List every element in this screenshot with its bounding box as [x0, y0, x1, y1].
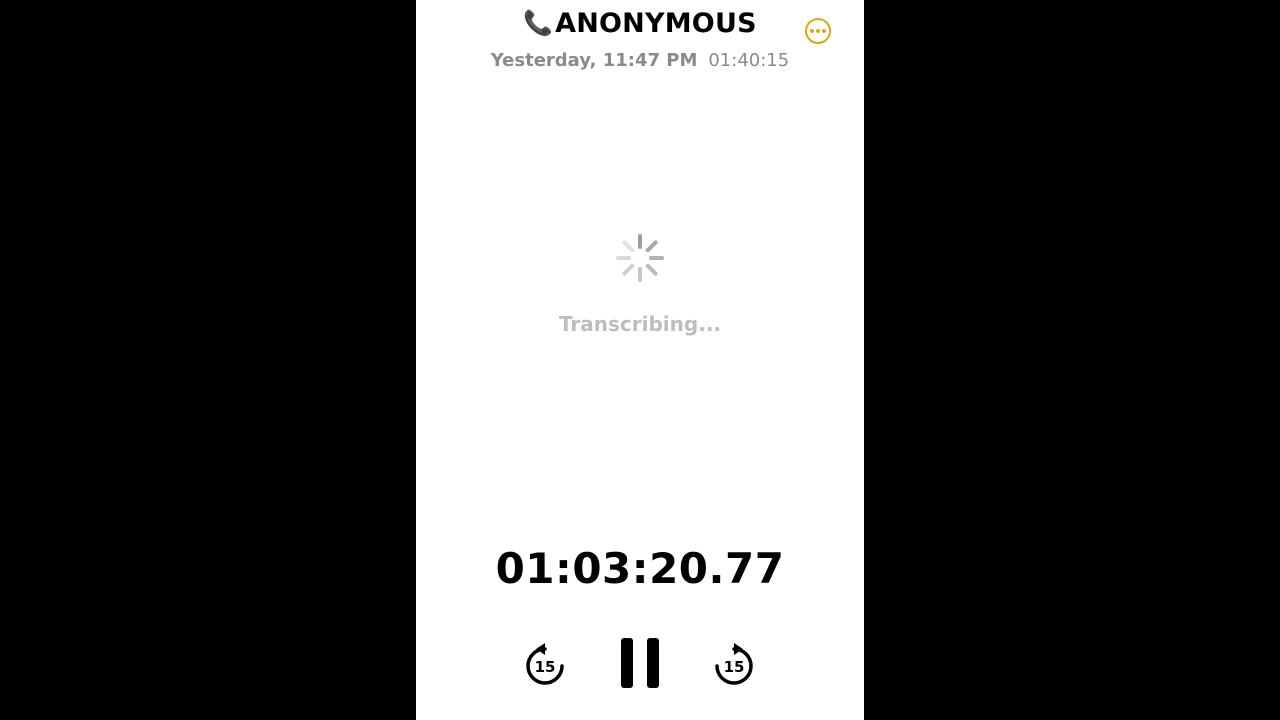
- caller-title: ANONYMOUS: [555, 7, 757, 39]
- pause-bar-icon: [647, 638, 659, 688]
- pause-bar-icon: [621, 638, 633, 688]
- playback-time: 01:03:20.77: [495, 544, 785, 593]
- skip-forward-label: 15: [724, 658, 745, 676]
- skip-forward-arrow-icon: [734, 643, 743, 655]
- more-options-button[interactable]: [805, 18, 831, 44]
- call-date: Yesterday, 11:47 PM: [490, 49, 698, 71]
- phone-icon: 📞: [523, 9, 554, 37]
- more-dot-icon: [816, 29, 820, 33]
- pause-button[interactable]: [619, 636, 661, 690]
- call-duration: 01:40:15: [708, 49, 790, 71]
- more-dot-icon: [810, 29, 814, 33]
- call-info: Yesterday, 11:47 PM 01:40:15: [416, 48, 864, 72]
- more-dot-icon: [822, 29, 826, 33]
- skip-back-label: 15: [535, 658, 556, 676]
- loading-spinner-icon: [616, 234, 664, 282]
- transcription-status: Transcribing...: [558, 312, 722, 336]
- skip-back-15-button[interactable]: 15: [524, 642, 566, 686]
- playback-controls: 15 15: [416, 630, 864, 694]
- voicemail-screen: 📞 ANONYMOUS Yesterday, 11:47 PM 01:40:15…: [416, 0, 864, 720]
- title-row: 📞 ANONYMOUS: [416, 5, 864, 41]
- skip-forward-15-button[interactable]: 15: [713, 642, 755, 686]
- skip-back-arrow-icon: [536, 643, 545, 655]
